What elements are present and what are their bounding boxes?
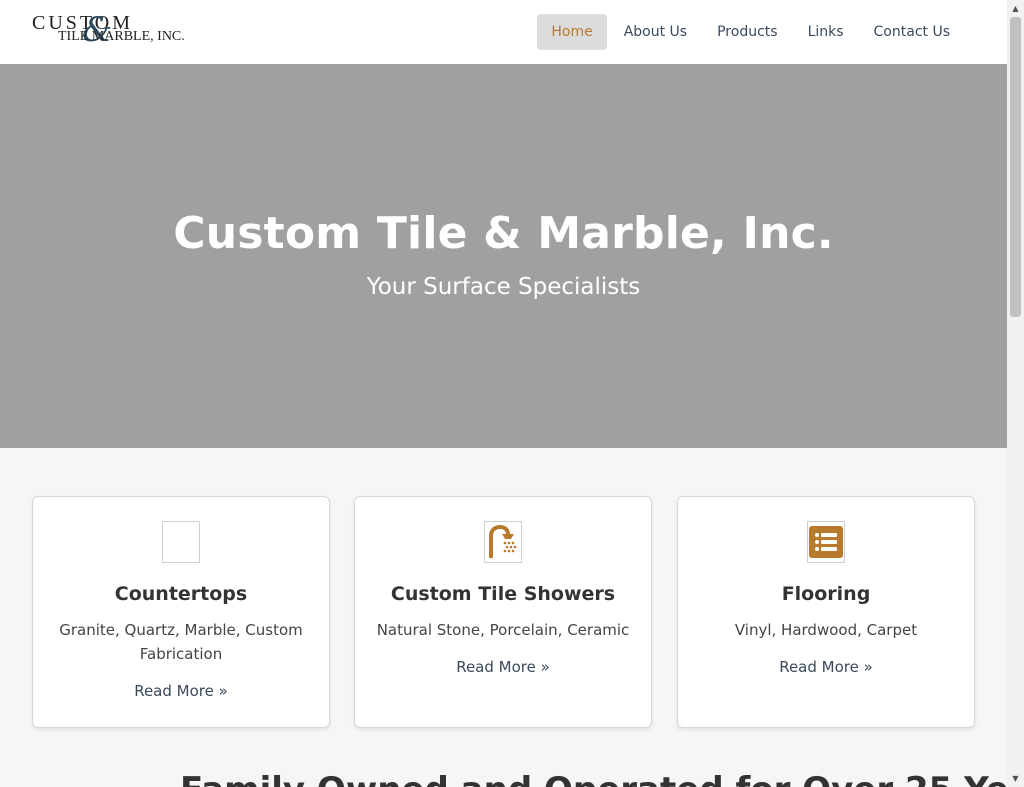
read-more-link[interactable]: Read More »	[678, 658, 974, 676]
nav-products[interactable]: Products	[704, 14, 790, 50]
hero-title: Custom Tile & Marble, Inc.	[173, 208, 834, 259]
logo[interactable]: CUSTOM & TILE MARBLE, INC.	[32, 10, 192, 54]
nav-links[interactable]: Links	[795, 14, 857, 50]
card-description: Granite, Quartz, Marble, Custom Fabricat…	[59, 621, 303, 663]
nav-contact-us[interactable]: Contact Us	[861, 14, 963, 50]
card-title: Countertops	[114, 583, 248, 605]
scroll-up-arrow-icon[interactable]: ▲	[1007, 0, 1024, 17]
nav-home[interactable]: Home	[537, 14, 607, 50]
scroll-down-arrow-icon[interactable]: ▼	[1007, 770, 1024, 787]
card-title: Flooring	[781, 583, 871, 605]
read-more-link[interactable]: Read More »	[355, 658, 651, 676]
card-flooring: Flooring Vinyl, Hardwood, Carpet Read Mo…	[677, 496, 975, 728]
shower-icon	[484, 521, 522, 563]
card-title: Custom Tile Showers	[390, 583, 616, 605]
countertop-icon	[162, 521, 200, 563]
main-nav: Home About Us Products Links Contact Us	[537, 14, 963, 50]
vertical-scrollbar[interactable]: ▲ ▼	[1007, 0, 1024, 787]
card-description: Vinyl, Hardwood, Carpet	[734, 621, 918, 639]
list-icon	[807, 521, 845, 563]
logo-line2: TILE MARBLE, INC.	[58, 29, 185, 44]
scrollbar-thumb[interactable]	[1010, 17, 1021, 317]
card-countertops: Countertops Granite, Quartz, Marble, Cus…	[32, 496, 330, 728]
nav-about-us[interactable]: About Us	[611, 14, 700, 50]
card-custom-tile-showers: Custom Tile Showers Natural Stone, Porce…	[354, 496, 652, 728]
section-heading: Family Owned and Operated for Over 25 Ye…	[180, 770, 1024, 787]
read-more-link[interactable]: Read More »	[33, 682, 329, 700]
card-description: Natural Stone, Porcelain, Ceramic	[376, 621, 630, 639]
hero-subtitle: Your Surface Specialists	[366, 274, 641, 300]
header: CUSTOM & TILE MARBLE, INC. Home About Us…	[0, 0, 1007, 64]
hero-banner: Custom Tile & Marble, Inc. Your Surface …	[0, 64, 1007, 448]
